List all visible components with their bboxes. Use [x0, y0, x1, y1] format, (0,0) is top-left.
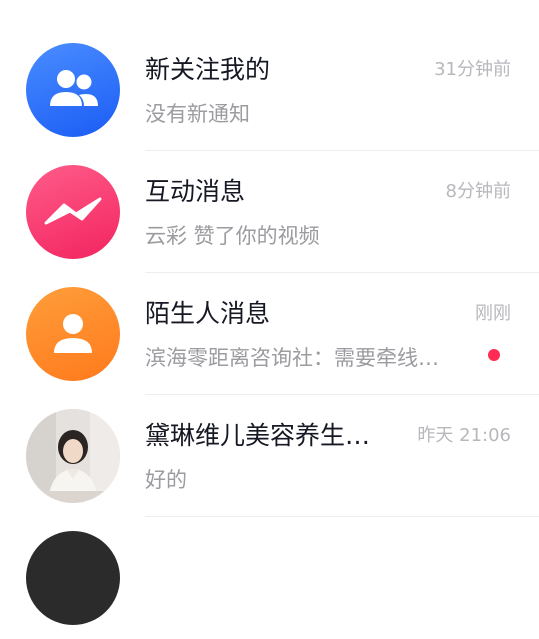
person-icon — [54, 314, 92, 353]
user-photo-avatar — [26, 409, 120, 503]
message-preview: 滨海零距离咨询社：需要牵线… — [145, 346, 439, 370]
list-item-stranger-messages[interactable]: 陌生人消息 滨海零距离咨询社：需要牵线… 刚刚 — [0, 273, 539, 395]
message-title: 新关注我的 — [145, 55, 271, 84]
list-item-interactions[interactable]: 互动消息 云彩 赞了你的视频 8分钟前 — [0, 151, 539, 273]
avatar — [26, 531, 120, 625]
message-preview: 没有新通知 — [145, 102, 250, 126]
message-title: 黛琳维儿美容养生… — [145, 421, 371, 450]
list-item-new-followers[interactable]: 新关注我的 没有新通知 31分钟前 — [0, 29, 539, 151]
list-item-partial[interactable] — [0, 517, 539, 639]
list-item-contact[interactable]: 黛琳维儿美容养生… 好的 昨天 21:06 — [0, 395, 539, 517]
message-time: 31分钟前 — [434, 59, 511, 80]
avatar — [26, 165, 120, 259]
message-time: 刚刚 — [475, 303, 511, 324]
message-preview: 好的 — [145, 468, 187, 492]
users-icon — [50, 70, 98, 106]
message-preview: 云彩 赞了你的视频 — [145, 224, 320, 248]
message-title: 互动消息 — [145, 177, 246, 206]
lightning-message-icon — [44, 197, 102, 225]
avatar — [26, 287, 120, 381]
message-time: 8分钟前 — [445, 181, 511, 202]
message-time: 昨天 21:06 — [417, 425, 511, 446]
avatar — [26, 43, 120, 137]
message-list: 新关注我的 没有新通知 31分钟前 互动消息 云彩 赞了你的视频 8分钟前 陌生… — [0, 0, 539, 625]
unread-dot — [488, 349, 500, 361]
message-title: 陌生人消息 — [145, 299, 271, 328]
